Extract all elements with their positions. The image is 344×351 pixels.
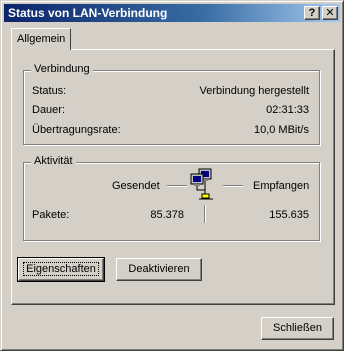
duration-value: 02:31:33 xyxy=(266,104,309,116)
network-computers-icon xyxy=(189,168,219,202)
received-label: Empfangen xyxy=(253,180,310,192)
close-window-button[interactable]: ✕ xyxy=(322,6,338,20)
title-bar[interactable]: Status von LAN-Verbindung ? ✕ xyxy=(4,4,340,22)
received-line xyxy=(223,185,243,187)
tab-panel: Verbindung Status: Verbindung hergestell… xyxy=(11,49,335,305)
packets-received-value: 155.635 xyxy=(269,209,309,221)
packets-divider xyxy=(204,205,206,223)
packets-sent-value: 85.378 xyxy=(150,209,184,221)
sent-label: Gesendet xyxy=(112,180,160,192)
packets-label: Pakete: xyxy=(32,209,70,221)
disable-button[interactable]: Deaktivieren xyxy=(116,258,202,281)
duration-label: Dauer: xyxy=(32,104,66,116)
sent-line xyxy=(167,185,187,187)
activity-group: Aktivität Gesendet Empfangen Pakete: 85.… xyxy=(23,155,320,241)
status-value: Verbindung hergestellt xyxy=(199,85,309,97)
status-label: Status: xyxy=(32,85,67,97)
window-title: Status von LAN-Verbindung xyxy=(8,6,168,20)
rate-label: Übertragungsrate: xyxy=(32,124,121,136)
connection-group-title: Verbindung xyxy=(31,63,93,75)
connection-group: Verbindung Status: Verbindung hergestell… xyxy=(23,63,320,145)
properties-button[interactable]: Eigenschaften xyxy=(17,257,105,282)
dialog-window: Status von LAN-Verbindung ? ✕ Allgemein … xyxy=(0,0,344,351)
tab-label: Allgemein xyxy=(17,33,66,45)
help-button[interactable]: ? xyxy=(304,6,320,20)
properties-button-label: Eigenschaften xyxy=(23,262,99,276)
tab-allgemein[interactable]: Allgemein xyxy=(11,28,71,50)
activity-group-title: Aktivität xyxy=(31,155,76,167)
rate-value: 10,0 MBit/s xyxy=(253,124,309,136)
close-button[interactable]: Schließen xyxy=(261,317,334,340)
